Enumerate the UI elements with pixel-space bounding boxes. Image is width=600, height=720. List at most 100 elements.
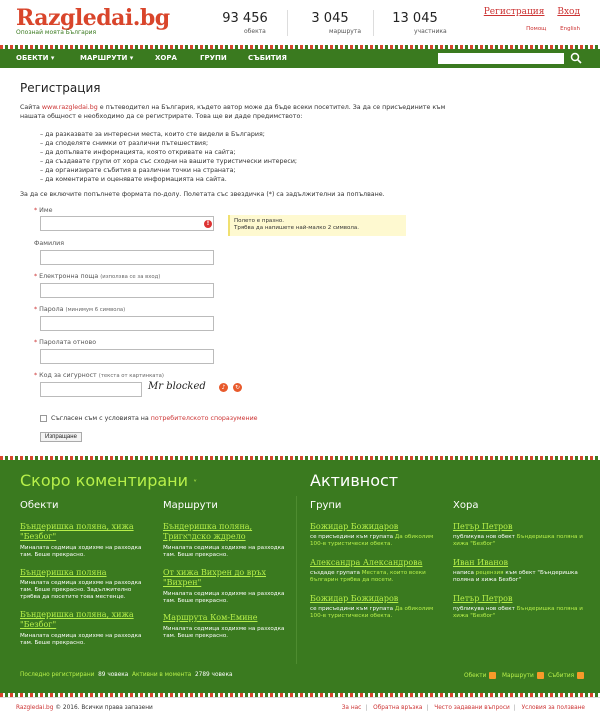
nav-label: ОБЕКТИ	[16, 54, 49, 62]
english-link[interactable]: English	[560, 26, 580, 32]
feed-events-link[interactable]: Събития	[548, 673, 574, 679]
search-input[interactable]	[438, 53, 564, 64]
divider	[287, 10, 288, 36]
nav-label: ГРУПИ	[200, 54, 227, 62]
feed-routes: Маршрути	[502, 672, 544, 679]
submit-button[interactable]: Изпращане	[40, 432, 82, 442]
rss-icon[interactable]	[536, 672, 544, 679]
password-repeat-field[interactable]	[40, 349, 214, 364]
label-text: Фамилия	[34, 240, 65, 247]
activity-text: се присъедини към групата Да обиколим 10…	[310, 534, 440, 548]
feed-objects-link[interactable]: Обекти	[464, 673, 486, 679]
person-link[interactable]: Петър Петров	[453, 522, 583, 532]
benefit-item: – да коментирате и оценявате информацият…	[40, 176, 227, 183]
help-link[interactable]: Помощ	[526, 26, 546, 32]
recent-comment: Миналата седмица ходихме на разходка там…	[163, 591, 285, 604]
recent-route-link[interactable]: Бъндеришка поляна, Тригראдско ждрело	[163, 522, 293, 542]
recent-object-link[interactable]: Бъндеришка поляна	[20, 568, 150, 578]
stat-label: обекта	[244, 28, 266, 35]
recent-comment: Миналата седмица ходихме на разходка там…	[20, 633, 142, 646]
nav-label: СЪБИТИЯ	[248, 54, 287, 62]
site-tagline: Опознай моята България	[16, 29, 97, 36]
benefit-item: – да създавате групи от хора със сходни …	[40, 158, 298, 165]
activity-text: написа рецензия към обект "Бъндеришка по…	[453, 570, 583, 584]
copyright-notice: © 2016. Всички права запазени	[53, 705, 153, 711]
audio-icon[interactable]: ♪	[219, 383, 228, 392]
login-link[interactable]: Вход	[557, 7, 580, 17]
activity-pre: публикува нов обект	[453, 606, 517, 612]
label-text: Електронна поща	[39, 273, 99, 280]
count: 2789 човека	[194, 672, 233, 678]
chevron-down-icon: ˅	[193, 479, 198, 488]
nav-item-routes[interactable]: МАРШРУТИ ▾	[80, 49, 133, 68]
recent-registered-link[interactable]: Последно регистрирани	[20, 672, 94, 678]
faq-link[interactable]: Често задавани въпроси	[434, 705, 510, 711]
terms-link[interactable]: потребителското споразумение	[151, 415, 258, 422]
site-header: Razgledai.bg Опознай моята България 93 4…	[0, 0, 600, 46]
benefit-item: – да организирате събития в различни точ…	[40, 167, 236, 174]
site-link[interactable]: www.razgledai.bg	[42, 104, 98, 111]
refresh-icon[interactable]: ↻	[233, 383, 242, 392]
recent-comment: Миналата седмица ходихме на разходка там…	[163, 626, 285, 639]
label-hint: (минимум 6 символа)	[65, 307, 126, 313]
recent-route-link[interactable]: Маршрута Ком-Емине	[163, 613, 293, 623]
person-link[interactable]: Петър Петров	[453, 594, 583, 604]
activity-text: се присъедини към групата Да обиколим 10…	[310, 606, 440, 620]
stat-label: маршрута	[329, 28, 362, 35]
activity-pre: се присъедини към групата	[310, 606, 395, 612]
activity-text: публикува нов обект Бъндеришка поляна и …	[453, 606, 583, 620]
active-now-link[interactable]: Активни в момента	[132, 672, 191, 678]
register-link[interactable]: Регистрация	[484, 7, 545, 17]
surname-field[interactable]	[40, 250, 214, 265]
person-link[interactable]: Божидар Божидаров	[310, 594, 440, 604]
recent-route-link[interactable]: От хижа Вихрен до връх "Вихрен"	[163, 568, 293, 588]
person-link[interactable]: Божидар Божидаров	[310, 522, 440, 532]
terms-checkbox[interactable]	[40, 415, 47, 422]
recent-object-link[interactable]: Бъндеришка поляна, хижа "Безбог"	[20, 522, 150, 542]
terms-of-use-link[interactable]: Условия за ползване	[522, 705, 585, 711]
site-home-link[interactable]: Razgledai.bg	[16, 705, 53, 711]
person-link[interactable]: Иван Иванов	[453, 558, 583, 568]
utility-links: Помощ English	[514, 26, 580, 32]
column-title: Обекти	[20, 500, 59, 511]
chevron-down-icon: ▾	[129, 54, 134, 62]
label-text: Паролата отново	[39, 339, 97, 346]
feed-routes-link[interactable]: Маршрути	[502, 673, 534, 679]
name-field[interactable]	[40, 216, 214, 231]
copyright-bar: Razgledai.bg © 2016. Всички права запазе…	[0, 697, 600, 720]
stat-members: 13 045 участника	[380, 11, 450, 35]
required-note: За да се включите попълнете формата по-д…	[20, 191, 385, 198]
recent-object-link[interactable]: Бъндеришка поляна, хижа "Безбог"	[20, 610, 150, 630]
nav-item-events[interactable]: СЪБИТИЯ	[248, 49, 287, 68]
email-label: * Електронна поща (използва се за вход)	[34, 273, 161, 280]
divider	[373, 10, 374, 36]
site-logo[interactable]: Razgledai.bg	[16, 5, 170, 31]
stat-objects: 93 456 обекта	[210, 11, 280, 35]
password-label: * Парола (минимум 6 символа)	[34, 306, 126, 313]
copyright-text: Razgledai.bg © 2016. Всички права запазе…	[16, 705, 153, 711]
name-label: * Име	[34, 207, 53, 214]
person-link[interactable]: Александра Александрова	[310, 558, 450, 568]
page-title: Регистрация	[20, 81, 101, 95]
count: 89 човека	[98, 672, 129, 678]
recent-title: Скоро коментирани ˅	[20, 471, 197, 490]
rss-icon[interactable]	[577, 672, 585, 679]
nav-item-objects[interactable]: ОБЕКТИ ▾	[16, 49, 54, 68]
surname-label: Фамилия	[34, 240, 64, 247]
email-field[interactable]	[40, 283, 214, 298]
feedback-link[interactable]: Обратна връзка	[373, 705, 422, 711]
password-field[interactable]	[40, 316, 214, 331]
stat-label: участника	[414, 28, 447, 35]
label-text: Парола	[39, 306, 64, 313]
captcha-field[interactable]	[40, 382, 142, 397]
nav-item-groups[interactable]: ГРУПИ	[200, 49, 227, 68]
about-link[interactable]: За нас	[342, 705, 362, 711]
divider	[296, 496, 297, 664]
benefit-item: – да споделяте снимки от различни пътеше…	[40, 140, 209, 147]
footer-links: За нас | Обратна връзка | Често задавани в…	[341, 705, 585, 711]
rss-icon[interactable]	[489, 672, 497, 679]
review-link[interactable]: рецензия	[476, 570, 504, 576]
captcha-image: Mr blocked	[148, 381, 206, 392]
nav-item-people[interactable]: ХОРА	[155, 49, 177, 68]
search-icon[interactable]	[570, 52, 582, 64]
